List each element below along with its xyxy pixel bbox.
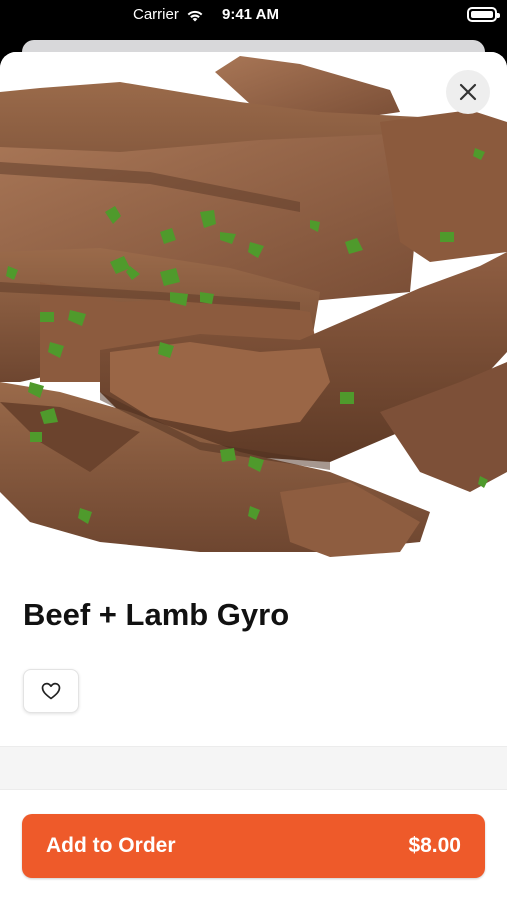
wifi-icon — [187, 10, 203, 21]
status-time: 9:41 AM — [222, 6, 279, 23]
gyro-meat-photo — [0, 56, 507, 557]
status-bar: Carrier 9:41 AM — [0, 0, 507, 34]
item-detail-sheet: Beef + Lamb Gyro Add to Order $8.00 — [0, 52, 507, 900]
carrier-group: Carrier — [133, 6, 205, 23]
favorite-button[interactable] — [23, 669, 79, 713]
item-image — [0, 52, 507, 562]
price-label: $8.00 — [408, 834, 461, 857]
battery-icon — [467, 7, 500, 22]
add-to-order-label: Add to Order — [46, 834, 176, 857]
add-to-order-button[interactable]: Add to Order $8.00 — [22, 814, 485, 878]
carrier-label: Carrier — [133, 6, 179, 23]
heart-icon — [41, 682, 61, 700]
item-title: Beef + Lamb Gyro — [23, 597, 290, 632]
section-divider — [0, 746, 507, 790]
close-button[interactable] — [446, 70, 490, 114]
close-icon — [459, 83, 477, 101]
